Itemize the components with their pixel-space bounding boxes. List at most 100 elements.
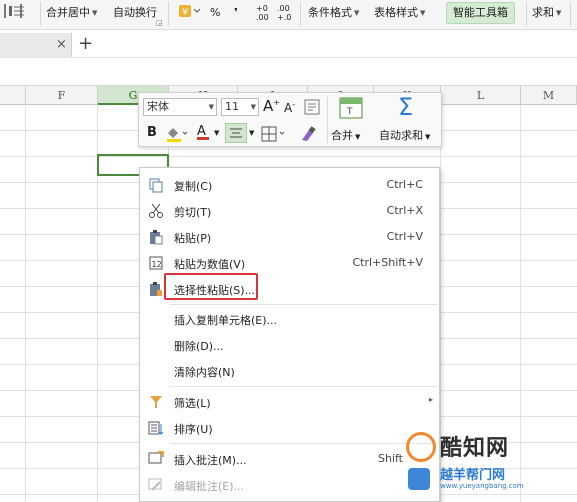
sum-label: 求和 [532,6,554,19]
menu-item-label: 删除(D)... [174,340,224,353]
font-size-select[interactable]: 11 ▼ [221,98,259,116]
ribbon-separator [40,2,41,26]
column-header-m[interactable]: M [521,86,577,105]
menu-item-label: 粘贴(P) [174,232,212,245]
watermark-logo-icon [406,432,436,462]
menu-item-delete[interactable]: 删除(D)... [140,332,441,358]
submenu-arrow-icon: ▸ [428,395,433,404]
increase-decimal-top: +0 [256,4,268,13]
borders-icon[interactable] [261,126,287,145]
decrease-decimal-bottom: +.0 [277,13,292,22]
watermark-url: www.yueyangbang.com [440,482,524,490]
dialog-launcher-icon[interactable]: ◲ [156,19,163,27]
ribbon-separator [570,2,571,26]
autosum-button[interactable]: 自动求和 ▼ [379,127,430,143]
watermark-title: 酷知网 [440,436,510,461]
table-style-label: 表格样式 [374,6,418,19]
ribbon-separator [168,2,169,26]
wifi-logo-icon [408,468,430,490]
align-center-button[interactable] [225,123,247,143]
paste-special-icon [148,281,164,297]
highlight-box [164,273,258,300]
ribbon-separator [300,2,301,26]
menu-item-shortcut: Ctrl+C [386,178,423,191]
smart-toolbox-button[interactable]: 智能工具箱 [446,2,515,24]
chevron-down-icon: ▼ [250,103,256,111]
scissors-icon [148,203,164,219]
menu-item-clear-contents[interactable]: 清除内容(N) [140,358,441,384]
sort-icon [148,420,164,436]
column-header-f[interactable]: F [26,86,98,105]
menu-separator [170,304,438,305]
ribbon-toolbar: 合并居中 ▼ 自动换行 ◲ ¥ % ❜ +0 .00 .00 +.0 条件格式 ▼ … [0,0,577,30]
table-style-button[interactable]: 表格样式 ▼ [374,3,425,23]
merge-cells-icon[interactable]: T [339,97,363,122]
autosum-icon[interactable]: Σ [398,93,413,121]
menu-item-label: 插入批注(M)... [174,454,247,467]
percent-button[interactable]: % [210,3,220,23]
font-size-value: 11 [225,100,239,113]
chevron-down-icon[interactable]: ▼ [214,129,219,137]
chevron-down-icon: ▼ [208,103,214,111]
merge-label: 合并 [331,129,353,142]
grow-font-button[interactable]: A+ [263,97,280,115]
filter-icon [148,394,164,410]
menu-item-label: 编辑批注(E)... [174,480,245,493]
font-color-button[interactable]: A [197,124,209,140]
menu-item-shortcut: Ctrl+Shift+V [352,256,423,269]
document-tab-bar: × + [0,31,577,58]
increase-decimal-bottom: .00 [256,13,269,22]
merge-button[interactable]: 合并 ▼ [331,127,360,143]
menu-item-shortcut: Ctrl+V [386,230,423,243]
sum-button[interactable]: 求和 ▼ [532,3,561,23]
decrease-decimal-top: .00 [277,4,290,13]
format-painter-icon[interactable] [304,99,320,118]
menu-item-shortcut: Ctrl+X [386,204,423,217]
edit-comment-icon [148,477,164,493]
indent-icon[interactable] [8,3,26,23]
menu-item-paste[interactable]: 粘贴(P) Ctrl+V [140,224,441,250]
formula-bar-area [0,58,577,86]
context-menu: 复制(C) Ctrl+C 剪切(T) Ctrl+X 粘贴(P) Ctrl+V 1… [139,167,440,502]
copy-icon [148,177,164,193]
comment-icon [148,451,164,467]
menu-item-label: 清除内容(N) [174,366,235,379]
menu-item-insert-copied-cells[interactable]: 插入复制单元格(E)... [140,306,441,332]
svg-text:T: T [346,107,353,117]
menu-item-label: 插入复制单元格(E)... [174,314,278,327]
menu-item-label: 筛选(L) [174,397,211,410]
shrink-font-label: A [284,101,293,115]
watermark: 酷知网 越羊帮门网 www.yueyangbang.com [396,420,577,502]
fill-color-icon[interactable] [165,125,189,146]
conditional-format-label: 条件格式 [308,6,352,19]
menu-item-cut[interactable]: 剪切(T) Ctrl+X [140,198,441,224]
column-header-l[interactable]: L [441,86,521,105]
column-header-partial[interactable] [0,86,26,105]
menu-item-copy[interactable]: 复制(C) Ctrl+C [140,172,441,198]
merge-center-button[interactable]: 合并居中 ▼ [46,3,97,23]
font-name-select[interactable]: 宋体 ▼ [143,98,217,116]
ribbon-separator [526,2,527,26]
clear-format-icon[interactable] [299,126,317,145]
close-tab-icon[interactable]: × [56,37,67,52]
conditional-format-button[interactable]: 条件格式 ▼ [308,3,359,23]
currency-format-icon[interactable]: ¥ [178,3,201,23]
bold-button[interactable]: B [147,125,157,140]
menu-item-filter[interactable]: 筛选(L) ▸ [140,389,441,415]
menu-separator [170,386,438,387]
paste-values-icon: 12 [148,255,164,271]
new-tab-icon[interactable]: + [78,33,93,54]
document-tab[interactable]: × [0,33,72,57]
increase-decimal-button[interactable]: +0 .00 [256,4,269,24]
auto-wrap-label: 自动换行 [113,6,157,19]
decrease-decimal-button[interactable]: .00 +.0 [277,4,291,24]
autosum-label: 自动求和 [379,129,423,142]
chevron-down-icon[interactable]: ▼ [249,129,254,137]
auto-wrap-button[interactable]: 自动换行 [113,3,157,23]
menu-item-label: 剪切(T) [174,206,212,219]
thousands-separator-button[interactable]: ❜ [234,3,238,23]
menu-item-label: 复制(C) [174,180,213,193]
shrink-font-button[interactable]: A- [284,100,295,115]
menu-item-label: 排序(U) [174,423,213,436]
merge-center-label: 合并居中 [46,6,90,19]
